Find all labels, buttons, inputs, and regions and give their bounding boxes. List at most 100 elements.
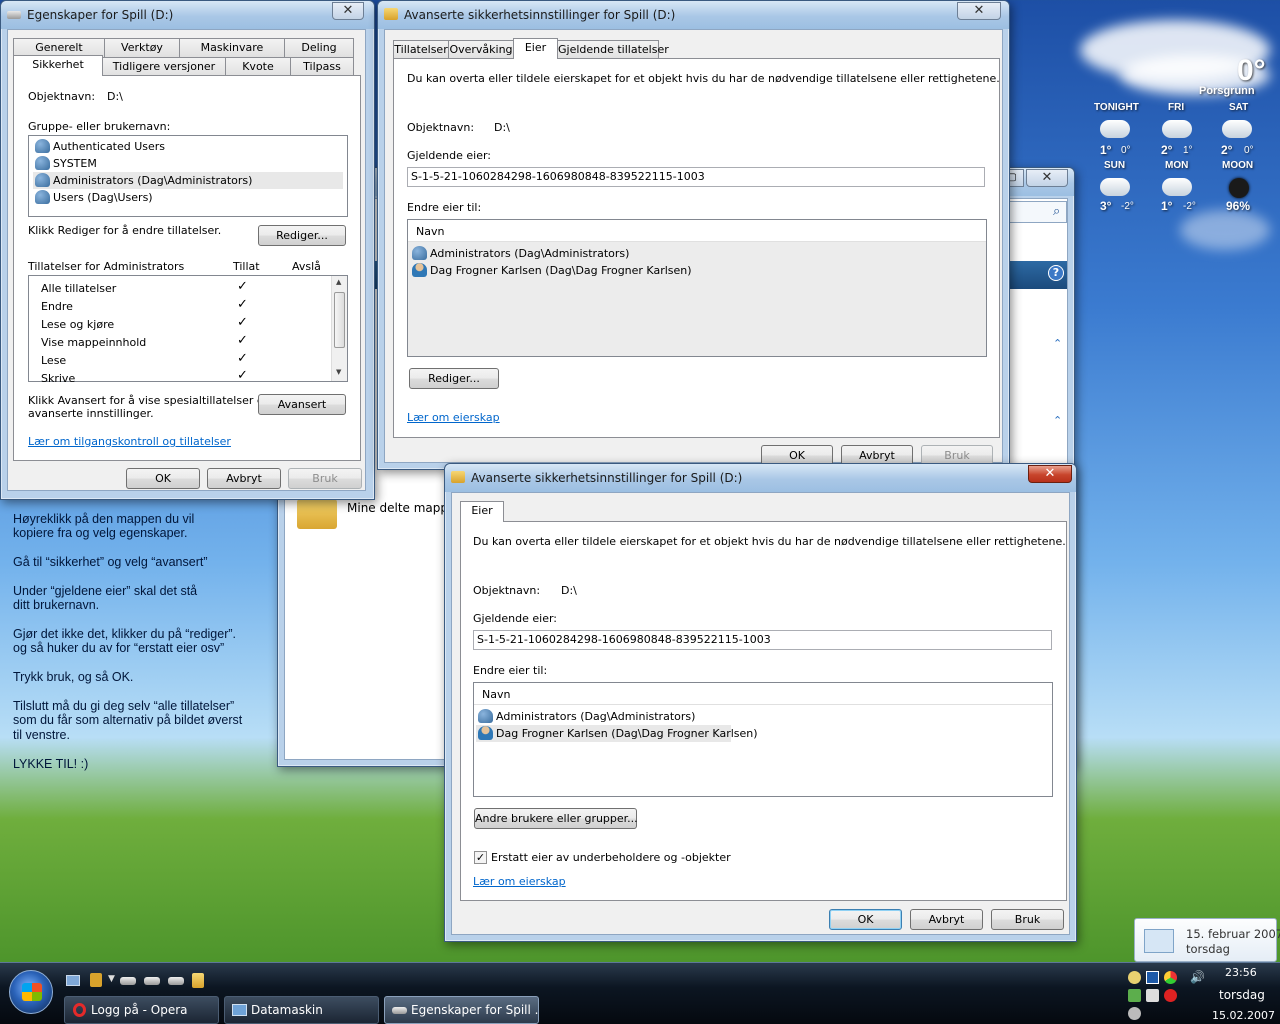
instruction-line: Gjør det ikke det, klikker du på “redige… (13, 627, 236, 641)
replace-owner-checkbox[interactable]: ✓ (474, 851, 487, 864)
tab-kvote[interactable]: Kvote (225, 57, 291, 76)
list-item[interactable]: Administrators (Dag\Administrators) (476, 708, 1048, 725)
edit-button[interactable]: Rediger... (258, 225, 346, 246)
scrollbar[interactable]: ▲ ▼ (331, 276, 347, 381)
drive-icon[interactable] (120, 977, 136, 985)
current-owner-field[interactable]: S-1-5-21-1060284298-1606980848-839522115… (473, 630, 1052, 650)
list-item[interactable]: Dag Frogner Karlsen (Dag\Dag Frogner Kar… (410, 262, 982, 279)
current-owner-field[interactable]: S-1-5-21-1060284298-1606980848-839522115… (407, 167, 985, 187)
owner-list[interactable]: Navn Administrators (Dag\Administrators)… (407, 219, 987, 357)
clock-time[interactable]: 23:56 (1225, 966, 1257, 979)
user-list[interactable]: Authenticated Users SYSTEM Administrator… (28, 135, 348, 217)
change-owner-label: Endre eier til: (407, 201, 482, 214)
tab-tidligere-versjoner[interactable]: Tidligere versjoner (102, 57, 226, 76)
taskbar-button-properties[interactable]: Egenskaper for Spill ... (384, 996, 539, 1024)
tray-icon[interactable] (1128, 971, 1141, 984)
start-button[interactable] (9, 970, 53, 1014)
replace-owner-label[interactable]: Erstatt eier av underbeholdere og -objek… (491, 851, 731, 864)
apply-button[interactable]: Bruk (288, 468, 362, 489)
owner-name: Administrators (Dag\Administrators) (496, 710, 696, 723)
tab-sikkerhet[interactable]: Sikkerhet (13, 55, 103, 76)
clock-date[interactable]: 15.02.2007 (1212, 1009, 1275, 1022)
tab-verktoy[interactable]: Verktøy (104, 38, 180, 57)
collapse-icon[interactable]: ⌃ (1053, 414, 1062, 427)
properties-window[interactable]: Egenskaper for Spill (D:) ✕ Generelt Ver… (0, 0, 375, 500)
apply-button[interactable]: Bruk (991, 909, 1064, 930)
tray-icon[interactable] (1146, 989, 1159, 1002)
help-icon[interactable]: ? (1048, 265, 1064, 281)
column-header[interactable]: Navn (408, 220, 986, 242)
tab-maskinvare[interactable]: Maskinvare (179, 38, 285, 57)
close-button[interactable]: ✕ (332, 2, 364, 20)
calendar-popup[interactable]: 15. februar 2007 torsdag (1134, 918, 1280, 962)
pinned-app-icon[interactable] (90, 973, 102, 987)
list-item[interactable]: SYSTEM (33, 155, 343, 172)
taskbar-button-computer[interactable]: Datamaskin (224, 996, 379, 1024)
column-header[interactable]: Navn (474, 683, 1052, 705)
tab-gjeldende-tillatelser[interactable]: Gjeldende tillatelser (557, 40, 669, 59)
ok-button[interactable]: OK (829, 909, 902, 930)
list-item[interactable]: Users (Dag\Users) (33, 189, 343, 206)
object-name-label: Objektnavn: (473, 584, 541, 597)
shared-folder-icon[interactable] (297, 499, 337, 529)
drive-icon (392, 1007, 407, 1014)
clock-day[interactable]: torsdag (1219, 988, 1265, 1002)
tab-eier[interactable]: Eier (513, 38, 558, 59)
instruction-line: Trykk bruk, og så OK. (13, 670, 134, 684)
list-item[interactable]: Administrators (Dag\Administrators) (410, 245, 982, 262)
close-button[interactable]: ✕ (1026, 169, 1068, 187)
drive-icon[interactable] (144, 977, 160, 985)
permission-list[interactable]: Alle tillatelser Endre Lese og kjøre Vis… (28, 275, 348, 385)
volume-icon[interactable]: 🔊 (1190, 970, 1205, 984)
current-owner-label: Gjeldende eier: (407, 149, 491, 162)
tab-overvaking[interactable]: Overvåking (448, 40, 514, 59)
taskbar-button-opera[interactable]: Logg på - Opera (64, 996, 219, 1024)
other-users-button[interactable]: Andre brukere eller grupper... (474, 808, 638, 829)
cancel-button[interactable]: Avbryt (910, 909, 983, 930)
weather-hi: 1° (1161, 199, 1173, 213)
cancel-button[interactable]: Avbryt (207, 468, 281, 489)
show-desktop-icon[interactable] (66, 975, 80, 986)
scroll-thumb[interactable] (334, 292, 345, 348)
tray-icon[interactable] (1146, 971, 1159, 984)
taskbar-button-label: Datamaskin (251, 1003, 323, 1017)
tray-icon[interactable] (1164, 989, 1177, 1002)
advanced-security-window-active[interactable]: Avanserte sikkerhetsinnstillinger for Sp… (444, 463, 1077, 942)
chevron-down-icon[interactable]: ▼ (108, 974, 115, 984)
instruction-line: Høyreklikk på den mappen du vil (13, 512, 195, 526)
weather-lo: 0° (1244, 145, 1254, 156)
owner-list[interactable]: Navn Administrators (Dag\Administrators)… (473, 682, 1053, 797)
users-group-icon (412, 246, 427, 260)
snow-cloud-icon (1222, 120, 1252, 138)
learn-ownership-link[interactable]: Lær om eierskap (473, 875, 566, 888)
instruction-line: Gå til “sikkerhet” og velg “avansert” (13, 555, 208, 569)
folder-icon[interactable] (192, 973, 204, 988)
edit-button[interactable]: Rediger... (409, 368, 499, 389)
scroll-up-icon[interactable]: ▲ (336, 278, 341, 286)
collapse-icon[interactable]: ⌃ (1053, 337, 1062, 350)
scroll-down-icon[interactable]: ▼ (336, 368, 341, 376)
search-icon[interactable]: ⌕ (1053, 204, 1060, 219)
learn-access-link[interactable]: Lær om tilgangskontroll og tillatelser (28, 435, 231, 448)
close-button[interactable]: ✕ (957, 2, 1001, 20)
network-icon[interactable] (1128, 989, 1141, 1002)
close-button[interactable]: ✕ (1028, 465, 1072, 483)
snow-cloud-icon (1100, 178, 1130, 196)
ok-button[interactable]: OK (126, 468, 200, 489)
instruction-line: ditt brukernavn. (13, 598, 100, 612)
checkmark-icon: ✓ (237, 315, 248, 330)
tab-deling[interactable]: Deling (284, 38, 354, 57)
advanced-button[interactable]: Avansert (258, 394, 346, 415)
list-item-selected[interactable]: Administrators (Dag\Administrators) (33, 172, 343, 189)
drive-icon[interactable] (168, 977, 184, 985)
tab-tilpass[interactable]: Tilpass (290, 57, 354, 76)
learn-ownership-link[interactable]: Lær om eierskap (407, 411, 500, 424)
list-item-selected[interactable]: Dag Frogner Karlsen (Dag\Dag Frogner Kar… (476, 725, 758, 742)
tray-icon[interactable] (1164, 971, 1177, 984)
tray-icon[interactable] (1128, 1007, 1141, 1020)
list-item[interactable]: Authenticated Users (33, 138, 343, 155)
tab-eier[interactable]: Eier (460, 501, 504, 522)
tab-tillatelser[interactable]: Tillatelser (393, 40, 449, 59)
advanced-security-window[interactable]: Avanserte sikkerhetsinnstillinger for Sp… (377, 0, 1010, 470)
current-owner-label: Gjeldende eier: (473, 612, 557, 625)
